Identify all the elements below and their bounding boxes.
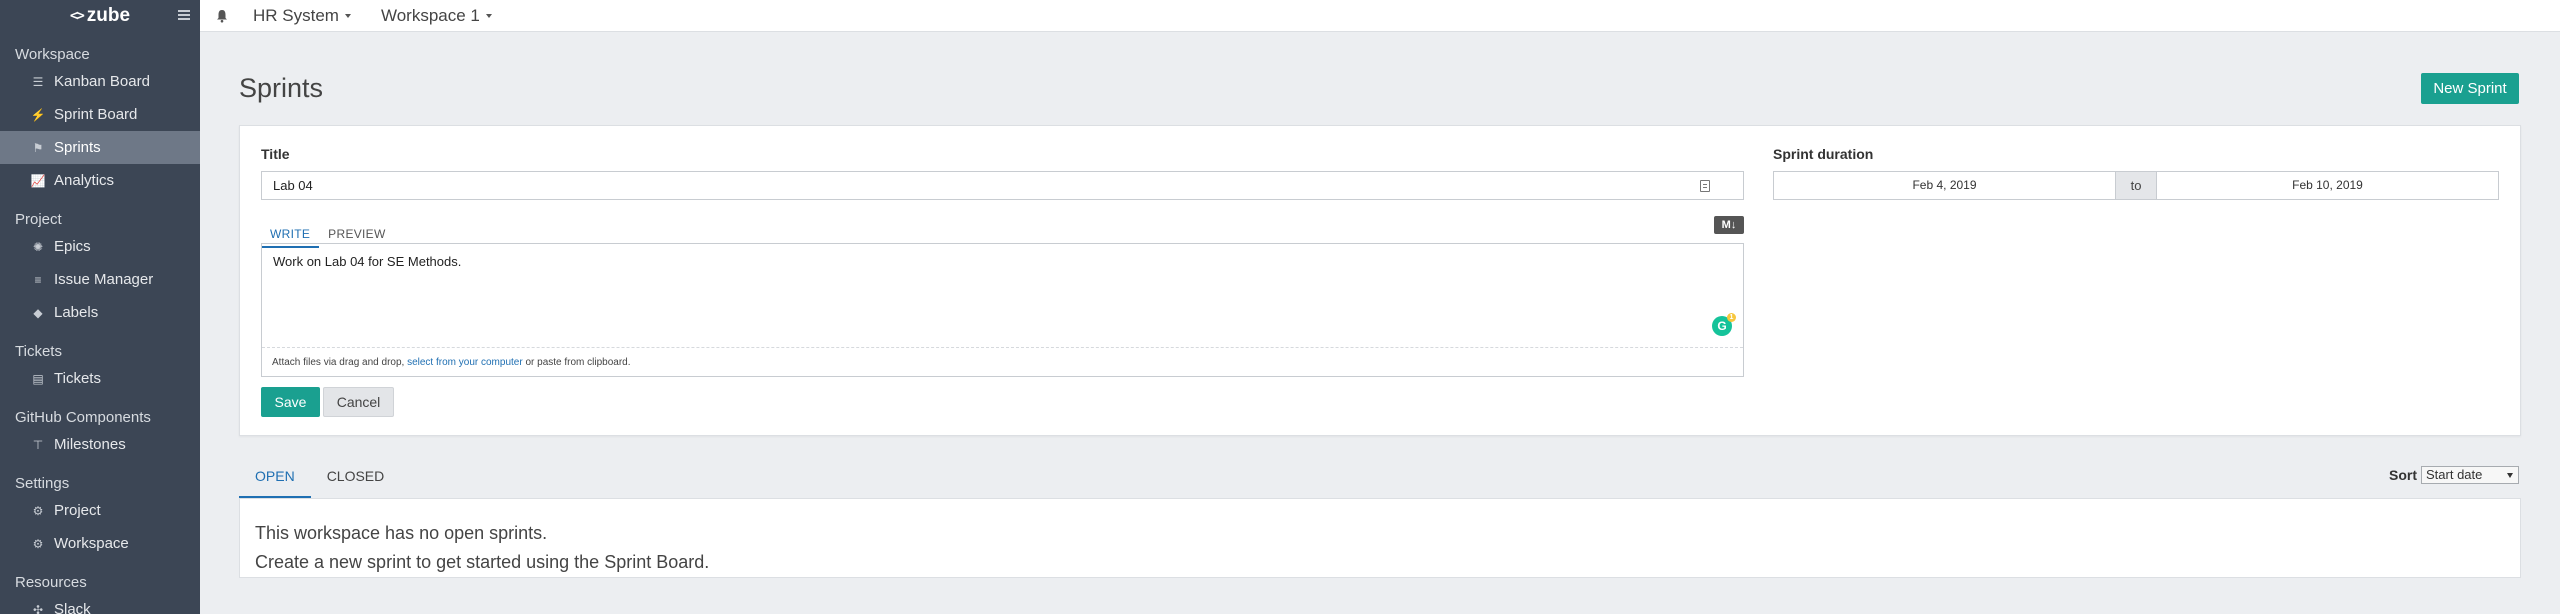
logo-icon: <> bbox=[69, 8, 85, 24]
chevron-down-icon bbox=[344, 13, 351, 18]
sidebar-item-epics[interactable]: ✺ Epics bbox=[0, 230, 200, 263]
milestone-icon: ⊤ bbox=[32, 437, 44, 452]
sidebar: <> zube Workspace ☰ Kanban Board ⚡ Sprint Bo… bbox=[0, 0, 200, 614]
attach-suffix: or paste from clipboard. bbox=[522, 357, 631, 368]
sidebar-item-slack[interactable]: ✣ Slack bbox=[0, 593, 200, 614]
attach-hint: Attach files via drag and drop, select f… bbox=[262, 347, 1743, 376]
workspace-name: Workspace 1 bbox=[380, 5, 480, 25]
sidebar-item-tickets[interactable]: ▤ Tickets bbox=[0, 362, 200, 395]
workspace-dropdown[interactable]: Workspace 1 bbox=[381, 6, 492, 26]
sprint-status-tabs: OPEN CLOSED bbox=[239, 458, 400, 498]
sidebar-item-label: Labels bbox=[54, 304, 99, 321]
sidebar-section-title: Settings bbox=[15, 475, 70, 492]
description-text[interactable]: Work on Lab 04 for SE Methods. bbox=[273, 254, 461, 269]
tab-closed[interactable]: CLOSED bbox=[311, 458, 401, 498]
empty-state: This workspace has no open sprints. Crea… bbox=[239, 498, 2521, 578]
sidebar-section-title: GitHub Components bbox=[15, 409, 151, 426]
sidebar-item-label: Milestones bbox=[54, 436, 126, 453]
sort-control: Sort Start date bbox=[2389, 466, 2519, 484]
sidebar-section-title: Resources bbox=[15, 574, 87, 591]
tickets-icon: ▤ bbox=[32, 371, 44, 386]
sidebar-section-title: Tickets bbox=[15, 343, 62, 360]
sidebar-item-label: Workspace bbox=[54, 535, 129, 552]
title-label: Title bbox=[261, 146, 290, 162]
sort-label: Sort bbox=[2389, 467, 2417, 483]
sidebar-item-label: Project bbox=[54, 502, 101, 519]
sidebar-item-project[interactable]: ⚙ Project bbox=[0, 494, 200, 527]
hamburger-menu-icon[interactable] bbox=[178, 8, 190, 22]
list-icon: ≡ bbox=[34, 272, 42, 287]
empty-message: This workspace has no open sprints. bbox=[255, 523, 548, 543]
sidebar-item-label: Sprint Board bbox=[54, 106, 138, 123]
sprint-duration-label: Sprint duration bbox=[1773, 146, 1874, 162]
sidebar-item-label: Issue Manager bbox=[54, 271, 154, 288]
sidebar-item-sprints[interactable]: ⚑ Sprints bbox=[0, 131, 200, 164]
sidebar-item-sprint-board[interactable]: ⚡ Sprint Board bbox=[0, 98, 200, 131]
markdown-icon[interactable]: M↓ bbox=[1714, 216, 1744, 234]
attach-prefix: Attach files via drag and drop, bbox=[272, 357, 408, 368]
chevron-down-icon bbox=[485, 13, 492, 18]
empty-hint: Create a new sprint to get started using… bbox=[255, 552, 710, 572]
grammarly-count-badge: 1 bbox=[1727, 313, 1736, 322]
project-dropdown[interactable]: HR System bbox=[253, 6, 351, 26]
gear-icon: ⚙ bbox=[32, 536, 44, 551]
sidebar-item-label: Kanban Board bbox=[54, 73, 150, 90]
sprint-board-icon: ⚡ bbox=[30, 107, 46, 122]
sidebar-item-issue-manager[interactable]: ≡ Issue Manager bbox=[0, 263, 200, 296]
tag-icon: ◆ bbox=[33, 305, 43, 320]
sprint-form-card: Title WRITE PREVIEW M↓ Work on Lab 04 fo… bbox=[239, 125, 2521, 436]
sidebar-item-workspace[interactable]: ⚙ Workspace bbox=[0, 527, 200, 560]
sidebar-item-analytics[interactable]: 📈 Analytics bbox=[0, 164, 200, 197]
sidebar-item-label: Sprints bbox=[54, 139, 101, 156]
select-file-link[interactable]: select from your computer bbox=[407, 357, 523, 368]
sidebar-item-labels[interactable]: ◆ Labels bbox=[0, 296, 200, 329]
sidebar-item-label: Tickets bbox=[54, 370, 101, 387]
sidebar-nav: Workspace ☰ Kanban Board ⚡ Sprint Board ⚑ Spri… bbox=[0, 45, 200, 614]
end-date-input[interactable]: Feb 10, 2019 bbox=[2157, 172, 2498, 199]
tab-open[interactable]: OPEN bbox=[239, 458, 311, 498]
date-range: Feb 4, 2019 to Feb 10, 2019 bbox=[1773, 171, 2499, 200]
sidebar-item-milestones[interactable]: ⊤ Milestones bbox=[0, 428, 200, 461]
flag-icon: ⚑ bbox=[32, 140, 44, 155]
cancel-button[interactable]: Cancel bbox=[323, 387, 394, 417]
save-button[interactable]: Save bbox=[261, 387, 320, 417]
date-separator: to bbox=[2115, 172, 2157, 199]
description-editor[interactable]: Work on Lab 04 for SE Methods. Attach fi… bbox=[261, 243, 1744, 377]
sidebar-section-title: Project bbox=[15, 211, 62, 228]
bell-icon[interactable] bbox=[215, 9, 229, 23]
sidebar-item-kanban-board[interactable]: ☰ Kanban Board bbox=[0, 65, 200, 98]
sidebar-item-label: Analytics bbox=[54, 172, 115, 189]
chart-icon: 📈 bbox=[30, 173, 46, 188]
sidebar-item-label: Epics bbox=[54, 238, 91, 255]
sidebar-item-label: Slack bbox=[54, 601, 91, 614]
page-title: Sprints bbox=[239, 73, 324, 103]
title-input[interactable] bbox=[261, 171, 1744, 200]
contact-card-icon[interactable] bbox=[1700, 180, 1710, 192]
sort-select[interactable]: Start date bbox=[2421, 466, 2519, 484]
brand: <> zube bbox=[0, 0, 200, 32]
grammarly-icon[interactable]: G 1 bbox=[1712, 313, 1736, 336]
brand-name: zube bbox=[86, 5, 131, 26]
zube-logo[interactable]: <> zube bbox=[70, 5, 130, 27]
project-name: HR System bbox=[253, 5, 339, 25]
start-date-input[interactable]: Feb 4, 2019 bbox=[1774, 172, 2115, 199]
new-sprint-button[interactable]: New Sprint bbox=[2421, 73, 2519, 104]
epics-icon: ✺ bbox=[32, 239, 44, 254]
topbar: HR System Workspace 1 bbox=[200, 0, 2560, 32]
kanban-icon: ☰ bbox=[32, 74, 44, 89]
slack-icon: ✣ bbox=[32, 602, 44, 614]
sidebar-section-title: Workspace bbox=[15, 46, 90, 63]
gear-icon: ⚙ bbox=[32, 503, 44, 518]
grammarly-letter: G bbox=[1717, 319, 1727, 333]
